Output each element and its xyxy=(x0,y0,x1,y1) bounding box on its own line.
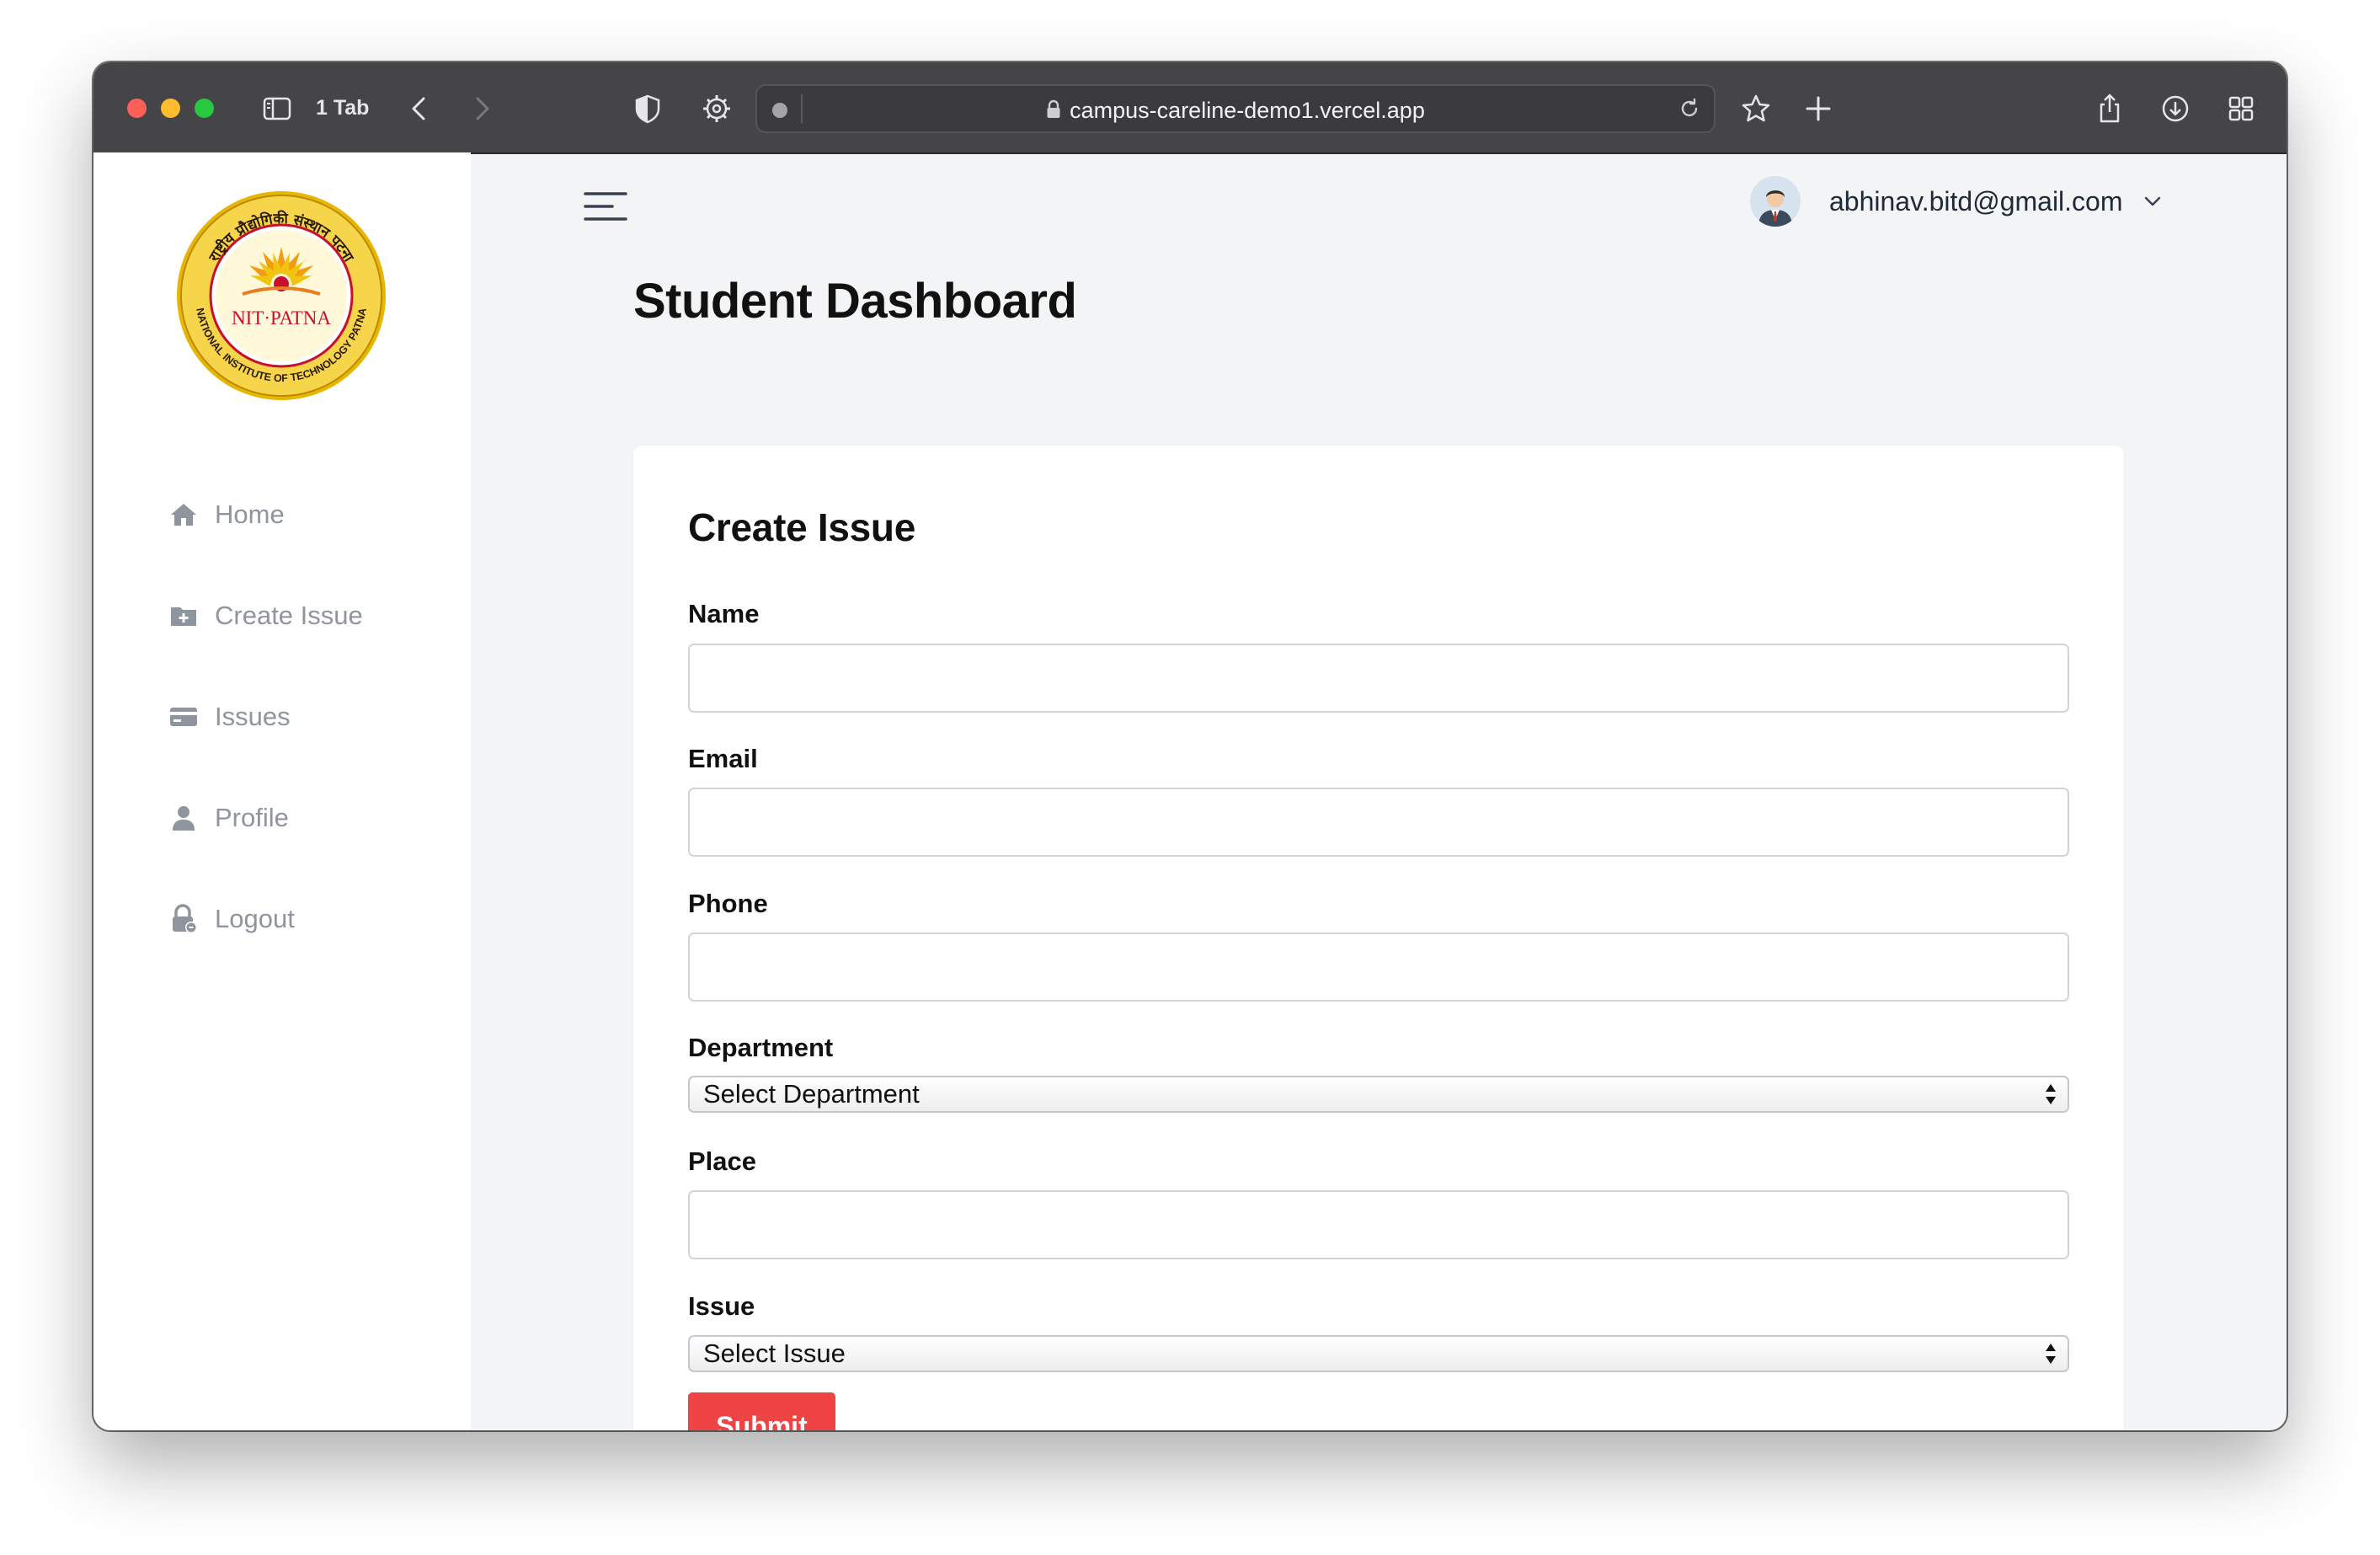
form-title: Create Issue xyxy=(688,505,915,549)
home-icon xyxy=(168,499,200,531)
browser-toolbar: 1 Tab campus-careline-demo1.vercel.app xyxy=(93,62,2287,154)
sidebar-item-home[interactable]: Home xyxy=(168,498,363,532)
sidebar-item-logout[interactable]: Logout xyxy=(168,902,363,936)
menu-toggle-icon[interactable] xyxy=(584,190,627,223)
share-icon[interactable] xyxy=(2091,90,2128,127)
tab-overview-icon[interactable] xyxy=(2223,90,2260,127)
address-bar[interactable]: campus-careline-demo1.vercel.app xyxy=(755,84,1716,133)
create-issue-card: Create Issue Name Email Phone Department… xyxy=(633,446,2124,1430)
lock-icon xyxy=(168,903,200,935)
url-text: campus-careline-demo1.vercel.app xyxy=(1070,98,1425,123)
forward-icon[interactable] xyxy=(462,90,499,127)
shield-icon[interactable] xyxy=(629,90,666,127)
phone-label: Phone xyxy=(688,889,768,918)
department-label: Department xyxy=(688,1033,834,1062)
card-icon xyxy=(168,701,200,733)
star-icon[interactable] xyxy=(1737,90,1774,127)
issue-select-value: Select Issue xyxy=(703,1339,846,1368)
main-content: abhinav.bitd@gmail.com Student Dashboard… xyxy=(471,152,2287,1430)
minimize-window-button[interactable] xyxy=(161,99,180,118)
email-input[interactable] xyxy=(688,788,2069,857)
department-select[interactable]: Select Department xyxy=(688,1076,2069,1113)
sidebar-item-label: Profile xyxy=(215,803,289,832)
tab-count[interactable]: 1 Tab xyxy=(316,96,369,120)
name-label: Name xyxy=(688,599,760,628)
sidebar-nav: Home Create Issue Issues Profile Logout xyxy=(168,498,363,1003)
user-menu[interactable]: abhinav.bitd@gmail.com xyxy=(1750,174,2164,228)
url-display[interactable]: campus-careline-demo1.vercel.app xyxy=(757,98,1714,126)
issue-label: Issue xyxy=(688,1291,755,1321)
email-label: Email xyxy=(688,744,758,773)
sidebar-item-create-issue[interactable]: Create Issue xyxy=(168,599,363,633)
sidebar-item-label: Logout xyxy=(215,904,295,933)
submit-button[interactable]: Submit xyxy=(688,1392,835,1430)
reload-icon[interactable] xyxy=(1677,96,1702,121)
new-tab-icon[interactable] xyxy=(1800,90,1837,127)
logo-nit-patna-text: NIT·PATNA xyxy=(232,307,331,329)
back-icon[interactable] xyxy=(402,90,439,127)
avatar xyxy=(1750,176,1801,227)
name-input[interactable] xyxy=(688,644,2069,713)
lock-icon xyxy=(1046,99,1061,126)
chevron-down-icon[interactable] xyxy=(2142,190,2164,212)
extension-icon[interactable] xyxy=(698,90,735,127)
user-email: abhinav.bitd@gmail.com xyxy=(1829,185,2123,216)
close-window-button[interactable] xyxy=(127,99,147,118)
place-label: Place xyxy=(688,1146,757,1176)
nit-patna-logo: राष्ट्रीय प्रौद्योगिकी संस्थान पटना NATI… xyxy=(177,191,386,400)
sidebar-item-profile[interactable]: Profile xyxy=(168,801,363,835)
sidebar-item-label: Home xyxy=(215,500,285,529)
sidebar-item-label: Issues xyxy=(215,702,291,731)
browser-window: 1 Tab campus-careline-demo1.vercel.app र… xyxy=(93,62,2287,1430)
department-select-value: Select Department xyxy=(703,1079,920,1109)
zoom-window-button[interactable] xyxy=(195,99,214,118)
issue-select[interactable]: Select Issue xyxy=(688,1335,2069,1372)
place-input[interactable] xyxy=(688,1190,2069,1259)
user-icon xyxy=(168,802,200,834)
phone-input[interactable] xyxy=(688,932,2069,1002)
sidebar: राष्ट्रीय प्रौद्योगिकी संस्थान पटना NATI… xyxy=(93,152,471,1430)
page-title: Student Dashboard xyxy=(633,274,1077,329)
sidebar-toggle-icon[interactable] xyxy=(259,90,296,127)
select-arrows-icon xyxy=(2046,1084,2056,1104)
sidebar-item-label: Create Issue xyxy=(215,601,363,630)
download-icon[interactable] xyxy=(2157,90,2194,127)
select-arrows-icon xyxy=(2046,1344,2056,1364)
folder-plus-icon xyxy=(168,600,200,632)
sidebar-item-issues[interactable]: Issues xyxy=(168,700,363,734)
